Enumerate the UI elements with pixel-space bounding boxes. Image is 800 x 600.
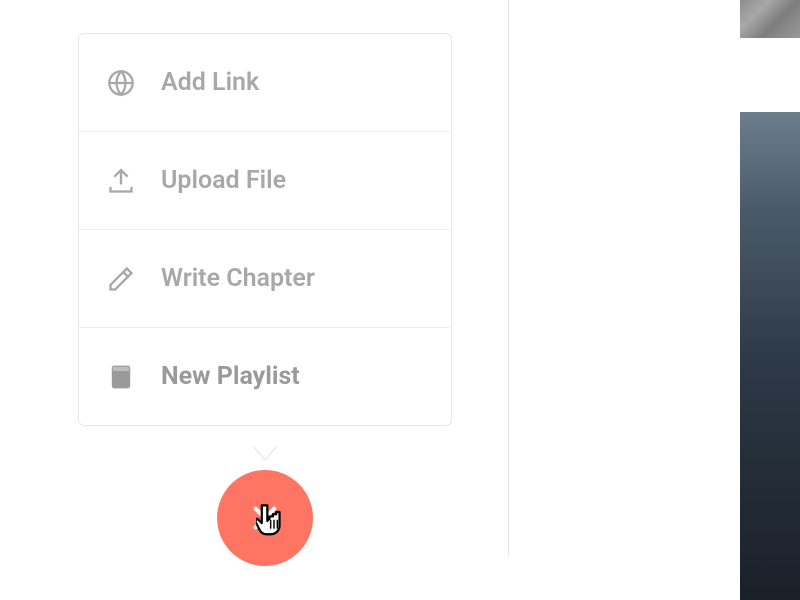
globe-icon <box>107 69 135 97</box>
menu-item-write-chapter[interactable]: Write Chapter <box>79 230 451 328</box>
add-menu-popup: Add Link Upload File Write Chapter New P… <box>78 33 452 426</box>
pencil-icon <box>107 265 135 293</box>
content-thumbnail <box>740 0 800 38</box>
menu-item-add-link[interactable]: Add Link <box>79 34 451 132</box>
upload-icon <box>107 167 135 195</box>
menu-item-upload-file[interactable]: Upload File <box>79 132 451 230</box>
column-divider <box>508 0 509 556</box>
menu-item-label: New Playlist <box>161 362 300 391</box>
content-thumbnail <box>740 112 800 600</box>
menu-item-label: Upload File <box>161 166 286 195</box>
menu-item-label: Write Chapter <box>161 264 315 293</box>
menu-item-label: Add Link <box>161 68 259 97</box>
popup-tail <box>253 447 277 461</box>
close-fab-button[interactable] <box>217 470 313 566</box>
book-icon <box>107 363 135 391</box>
close-icon <box>249 502 281 534</box>
menu-item-new-playlist[interactable]: New Playlist <box>79 328 451 425</box>
